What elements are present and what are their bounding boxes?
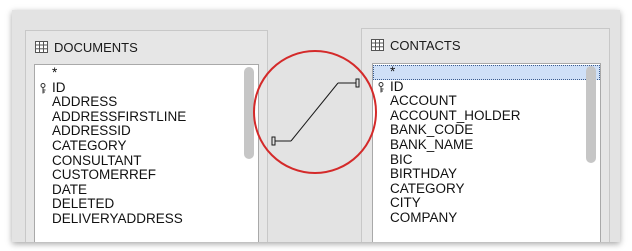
field-name: DATE	[52, 181, 88, 197]
field-name: BIC	[390, 151, 413, 167]
field-item[interactable]: *	[35, 65, 258, 81]
field-item[interactable]: DELETED	[35, 197, 258, 212]
relation-line[interactable]	[271, 78, 360, 146]
field-item[interactable]: BIRTHDAY	[373, 166, 600, 182]
field-item[interactable]: *	[373, 64, 600, 80]
field-item[interactable]: CATEGORY	[35, 137, 258, 154]
field-name: CATEGORY	[390, 180, 465, 196]
field-name: CUSTOMERREF	[52, 167, 157, 183]
primary-key-icon	[378, 81, 384, 93]
field-name: DELIVERYADDRESS	[52, 210, 183, 226]
field-name: CONSULTANT	[52, 152, 142, 168]
field-name: ACCOUNT_HOLDER	[390, 107, 521, 123]
field-name: ACCOUNT	[390, 93, 457, 109]
field-name: CITY	[390, 195, 421, 211]
contacts-fields: * ID ACCOUNT ACCOUNT_HOLDER BANK_CODE BANK_NA…	[373, 64, 600, 226]
contacts-scrollbar[interactable]	[586, 66, 596, 242]
documents-scrollbar-thumb[interactable]	[244, 67, 254, 159]
contacts-scrollbar-thumb[interactable]	[586, 66, 596, 163]
field-name: CATEGORY	[52, 137, 127, 153]
contacts-table-title: CONTACTS	[390, 37, 461, 53]
field-name: *	[52, 65, 58, 80]
field-name: COMPANY	[390, 209, 458, 225]
field-name: BIRTHDAY	[390, 166, 458, 182]
field-name: ID	[52, 79, 66, 95]
field-item[interactable]: ACCOUNT_HOLDER	[373, 107, 600, 124]
field-name: BANK_NAME	[390, 136, 474, 152]
field-item[interactable]: DELIVERYADDRESS	[35, 210, 258, 227]
documents-table-header[interactable]: DOCUMENTS	[26, 31, 267, 63]
documents-table[interactable]: DOCUMENTS * ID ADDRESS ADDRESSFIRSTLINE ADDR…	[25, 30, 268, 242]
field-item[interactable]: CONSULTANT	[35, 152, 258, 169]
highlight-circle	[253, 50, 377, 174]
field-item[interactable]: ADDRESS	[35, 94, 258, 110]
contacts-table[interactable]: CONTACTS * ID ACCOUNT ACCOUNT_HOLDER BANK_CO…	[361, 28, 610, 242]
field-name: ID	[390, 78, 404, 94]
primary-key-icon	[40, 82, 46, 94]
field-name: *	[390, 64, 396, 79]
field-item[interactable]: COMPANY	[373, 209, 600, 226]
field-item[interactable]: ACCOUNT	[373, 93, 600, 109]
documents-fields: * ID ADDRESS ADDRESSFIRSTLINE ADDRESSID CATEG…	[35, 65, 258, 227]
query-design-canvas[interactable]: DOCUMENTS * ID ADDRESS ADDRESSFIRSTLINE ADDR…	[12, 10, 620, 242]
table-grid-icon	[35, 41, 48, 53]
field-item[interactable]: BANK_NAME	[373, 136, 600, 153]
field-item[interactable]: ID	[35, 79, 258, 96]
field-item[interactable]: ADDRESSFIRSTLINE	[35, 108, 258, 125]
field-item[interactable]: BIC	[373, 151, 600, 168]
contacts-table-header[interactable]: CONTACTS	[362, 29, 609, 61]
field-name: ADDRESS	[52, 94, 118, 110]
documents-field-list[interactable]: * ID ADDRESS ADDRESSFIRSTLINE ADDRESSID CATEG…	[34, 64, 259, 242]
field-item[interactable]: CUSTOMERREF	[35, 167, 258, 183]
field-item[interactable]: CATEGORY	[373, 180, 600, 197]
documents-scrollbar[interactable]	[244, 67, 254, 242]
field-item[interactable]: BANK_CODE	[373, 123, 600, 138]
field-item[interactable]: DATE	[35, 181, 258, 198]
field-item[interactable]: ID	[373, 78, 600, 95]
field-name: DELETED	[52, 196, 115, 212]
field-name: ADDRESSID	[52, 123, 131, 139]
documents-table-title: DOCUMENTS	[54, 39, 138, 55]
field-name: BANK_CODE	[390, 122, 474, 138]
table-grid-icon	[371, 39, 384, 51]
contacts-field-list[interactable]: * ID ACCOUNT ACCOUNT_HOLDER BANK_CODE BANK_NA…	[372, 63, 601, 242]
field-item[interactable]: ADDRESSID	[35, 124, 258, 139]
field-name: ADDRESSFIRSTLINE	[52, 108, 187, 124]
field-item[interactable]: CITY	[373, 196, 600, 211]
